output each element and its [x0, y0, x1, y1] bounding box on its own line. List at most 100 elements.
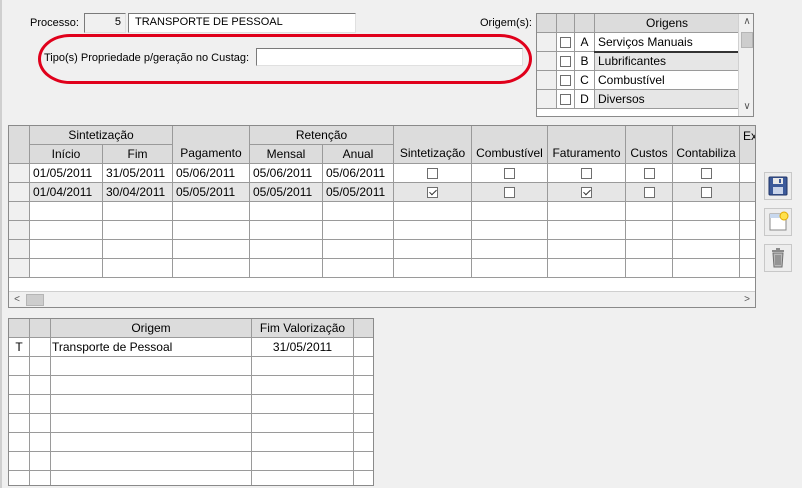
cell-sintetizacao[interactable] — [393, 182, 472, 202]
table-row[interactable] — [9, 239, 755, 259]
cell-inicio[interactable]: 01/05/2011 — [29, 163, 103, 183]
cell[interactable] — [29, 432, 51, 452]
table-row[interactable] — [9, 432, 373, 452]
origens-scroll-thumb[interactable] — [741, 32, 753, 48]
table-row[interactable] — [9, 470, 373, 485]
cell[interactable] — [102, 220, 173, 240]
cell[interactable] — [251, 356, 354, 376]
cell[interactable] — [29, 220, 103, 240]
cell[interactable] — [249, 258, 323, 278]
cell[interactable] — [322, 201, 394, 221]
cell[interactable] — [251, 470, 354, 485]
cell[interactable] — [29, 394, 51, 414]
cell[interactable] — [29, 470, 51, 485]
cell[interactable] — [672, 220, 740, 240]
processo-name-field[interactable]: TRANSPORTE DE PESSOAL — [128, 13, 356, 33]
cell[interactable] — [50, 394, 252, 414]
origens-name[interactable]: Diversos — [594, 89, 740, 109]
cell[interactable] — [50, 375, 252, 395]
cell[interactable] — [625, 239, 673, 259]
cell[interactable] — [172, 258, 250, 278]
origens-checkbox-c[interactable] — [556, 70, 575, 90]
cell[interactable] — [251, 451, 354, 471]
main-grid-scrollbar[interactable]: < > — [9, 291, 755, 307]
checkbox[interactable] — [643, 168, 655, 180]
cell[interactable] — [102, 258, 173, 278]
cell[interactable] — [50, 470, 252, 485]
checkbox[interactable] — [560, 75, 571, 87]
checkbox-checked[interactable] — [427, 187, 438, 199]
cell[interactable] — [353, 356, 373, 376]
cell-custos[interactable] — [625, 163, 673, 183]
cell[interactable] — [50, 432, 252, 452]
cell[interactable] — [322, 220, 394, 240]
origens-checkbox-a[interactable] — [556, 32, 575, 52]
cell[interactable] — [102, 201, 173, 221]
cell[interactable] — [172, 220, 250, 240]
cell[interactable] — [739, 220, 755, 240]
checkbox[interactable] — [427, 168, 438, 180]
cell[interactable] — [29, 239, 103, 259]
cell[interactable] — [172, 239, 250, 259]
cell-extra[interactable] — [739, 163, 755, 183]
checkbox[interactable] — [504, 187, 515, 199]
origens-name[interactable]: Lubrificantes — [594, 51, 740, 71]
cell[interactable] — [739, 201, 755, 221]
cell[interactable] — [393, 220, 472, 240]
cell[interactable] — [29, 356, 51, 376]
table-row[interactable] — [9, 258, 755, 278]
cell-mensal[interactable]: 05/06/2011 — [249, 163, 323, 183]
cell[interactable] — [102, 239, 173, 259]
cell[interactable] — [625, 220, 673, 240]
chevron-left-icon[interactable]: < — [10, 293, 24, 307]
save-button[interactable] — [764, 172, 792, 200]
cell-combustivel[interactable] — [471, 163, 548, 183]
cell-anual[interactable]: 05/05/2011 — [322, 182, 394, 202]
main-grid-scroll-thumb[interactable] — [26, 294, 44, 306]
cell-faturamento[interactable] — [547, 182, 626, 202]
cell-fim[interactable]: 30/04/2011 — [102, 182, 173, 202]
table-row[interactable] — [9, 356, 373, 376]
origens-name[interactable]: Serviços Manuais — [594, 32, 740, 53]
cell[interactable] — [50, 451, 252, 471]
table-row[interactable] — [9, 201, 755, 221]
chevron-down-icon[interactable]: ∨ — [740, 100, 753, 114]
cell[interactable] — [547, 201, 626, 221]
cell[interactable] — [249, 239, 323, 259]
origens-scrollbar[interactable]: ∧ ∨ — [738, 14, 753, 116]
cell[interactable] — [547, 258, 626, 278]
cell[interactable] — [29, 451, 51, 471]
cell[interactable] — [353, 413, 373, 433]
table-row[interactable] — [9, 220, 755, 240]
cell[interactable] — [50, 356, 252, 376]
cell-fim-valorizacao[interactable]: 31/05/2011 — [251, 337, 354, 357]
table-row[interactable] — [9, 451, 373, 471]
origens-checkbox-d[interactable] — [556, 89, 575, 109]
cell-inicio[interactable]: 01/04/2011 — [29, 182, 103, 202]
table-row[interactable]: 01/04/2011 30/04/2011 05/05/2011 05/05/2… — [9, 182, 755, 202]
cell[interactable] — [251, 394, 354, 414]
cell[interactable] — [50, 413, 252, 433]
cell[interactable] — [353, 451, 373, 471]
origens-name[interactable]: Combustível — [594, 70, 740, 90]
cell[interactable] — [29, 337, 51, 357]
cell[interactable] — [393, 239, 472, 259]
cell[interactable] — [29, 258, 103, 278]
checkbox[interactable] — [700, 187, 712, 199]
cell[interactable] — [393, 201, 472, 221]
origens-checkbox-b[interactable] — [556, 51, 575, 71]
cell[interactable] — [393, 258, 472, 278]
cell-pagamento[interactable]: 05/05/2011 — [172, 182, 250, 202]
cell[interactable] — [249, 220, 323, 240]
chevron-right-icon[interactable]: > — [740, 293, 754, 307]
checkbox-checked[interactable] — [581, 187, 592, 199]
cell-faturamento[interactable] — [547, 163, 626, 183]
cell[interactable] — [353, 470, 373, 485]
cell[interactable] — [249, 201, 323, 221]
checkbox[interactable] — [560, 94, 571, 106]
cell[interactable] — [471, 239, 548, 259]
checkbox[interactable] — [560, 56, 571, 68]
table-row[interactable]: T Transporte de Pessoal 31/05/2011 — [9, 337, 373, 357]
cell[interactable] — [471, 201, 548, 221]
cell[interactable] — [251, 413, 354, 433]
